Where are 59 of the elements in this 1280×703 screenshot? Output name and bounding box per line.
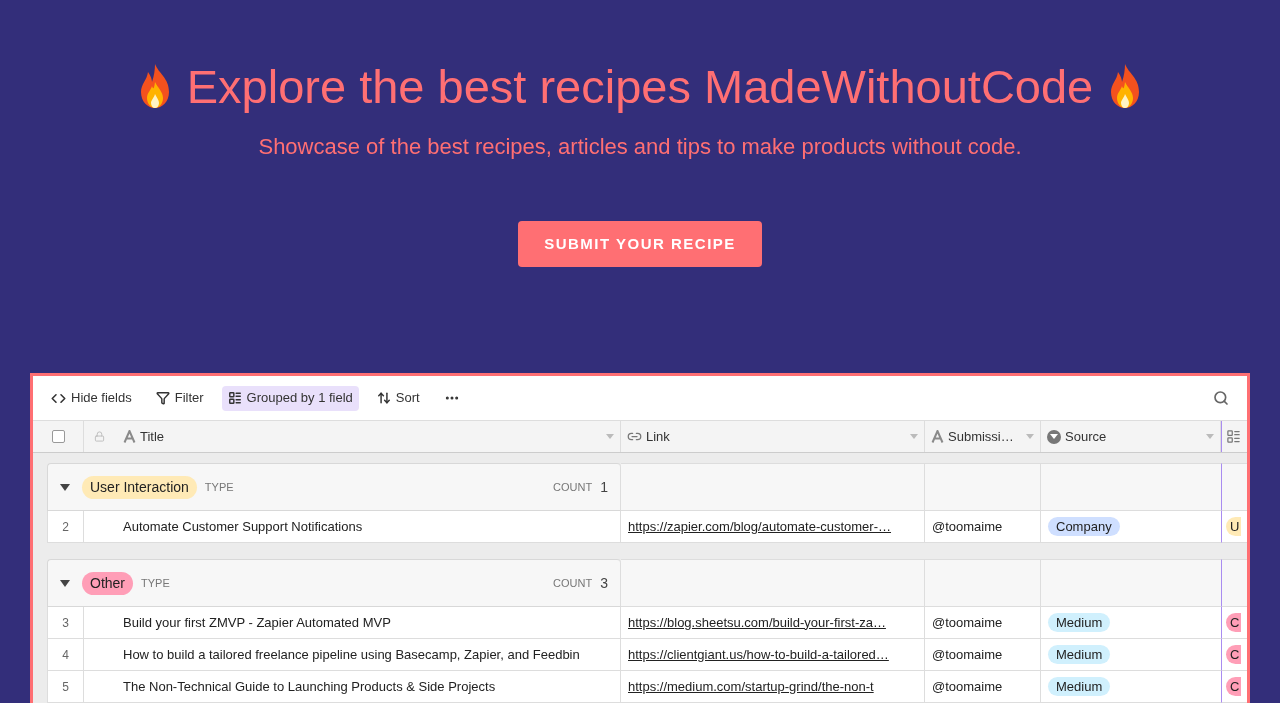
search-icon[interactable] — [1213, 390, 1229, 406]
title-cell: The Non-Technical Guide to Launching Products & Side Projects — [84, 671, 621, 703]
column-title: Title — [140, 427, 165, 446]
type-tag: U — [1226, 516, 1242, 537]
column-header[interactable]: Link — [621, 421, 925, 452]
column-header[interactable]: Title — [84, 421, 621, 452]
collapse-toggle[interactable] — [60, 483, 70, 491]
source-tag: Medium — [1048, 612, 1111, 633]
lock-icon — [94, 431, 105, 442]
type-tag: C — [1226, 676, 1242, 697]
filter-icon — [155, 391, 170, 405]
group-field-label: TYPE — [141, 575, 170, 591]
column-title: Source — [1065, 427, 1107, 446]
type-tag: C — [1226, 644, 1242, 665]
column-header[interactable]: Submissi… — [925, 421, 1041, 452]
link[interactable]: https://clientgiant.us/how-to-build-a-tailored… — [628, 644, 889, 665]
toolbar-button[interactable]: Hide fields — [45, 385, 138, 411]
type-tag: C — [1226, 612, 1242, 633]
source-tag: Company — [1048, 516, 1120, 537]
group-tag: User Interaction — [82, 475, 197, 499]
column-header[interactable]: Source — [1041, 421, 1221, 452]
fields-icon[interactable] — [1226, 429, 1241, 444]
row-number: 3 — [47, 607, 84, 639]
row-number: 2 — [47, 511, 84, 543]
submitter-cell: @toomaime — [925, 671, 1041, 703]
count-label: COUNT — [553, 575, 593, 591]
link[interactable]: https://zapier.com/blog/automate-customer-… — [628, 516, 891, 537]
count-value: 3 — [600, 573, 608, 593]
row-number: 4 — [47, 639, 84, 671]
submitter-cell: @toomaime — [925, 511, 1041, 543]
group-field-label: TYPE — [204, 479, 234, 495]
title-cell: Automate Customer Support Notifications — [84, 511, 621, 543]
text-type-icon — [931, 430, 944, 443]
group-header[interactable]: User Interaction TYPE COUNT 1 — [47, 463, 621, 511]
row-number: 5 — [47, 671, 84, 703]
select-all-checkbox[interactable] — [51, 430, 65, 443]
count-label: COUNT — [553, 479, 593, 495]
source-tag: Medium — [1048, 676, 1111, 697]
toolbar-button[interactable]: Sort — [370, 385, 426, 411]
collapse-toggle[interactable] — [60, 579, 70, 587]
count-value: 1 — [600, 477, 608, 497]
list-icon — [227, 391, 242, 405]
title-cell: How to build a tailored freelance pipeline using Basecamp, Zapier, and Feedbin — [84, 639, 621, 671]
group-tag: Other — [82, 571, 133, 595]
group-header[interactable]: Other TYPE COUNT 3 — [47, 559, 621, 607]
submitter-cell: @toomaime — [925, 607, 1041, 639]
dropdown-type-icon — [1047, 429, 1061, 444]
text-type-icon — [123, 430, 136, 443]
toolbar-button[interactable]: Filter — [149, 385, 210, 411]
submitter-cell: @toomaime — [925, 639, 1041, 671]
column-title: Submissi… — [948, 427, 1014, 446]
page-subtitle: Showcase of the best recipes, articles and tips to make products without code. — [258, 133, 1022, 161]
column-title: Link — [646, 427, 670, 446]
title-cell: Build your first ZMVP - Zapier Automated MVP — [84, 607, 621, 639]
sort-icon — [376, 391, 391, 405]
link[interactable]: https://medium.com/startup-grind/the-non-t — [628, 676, 874, 697]
toolbar-button[interactable]: Grouped by 1 field — [221, 385, 359, 411]
link[interactable]: https://blog.sheetsu.com/build-your-first-za… — [628, 612, 886, 633]
source-tag: Medium — [1048, 644, 1111, 665]
